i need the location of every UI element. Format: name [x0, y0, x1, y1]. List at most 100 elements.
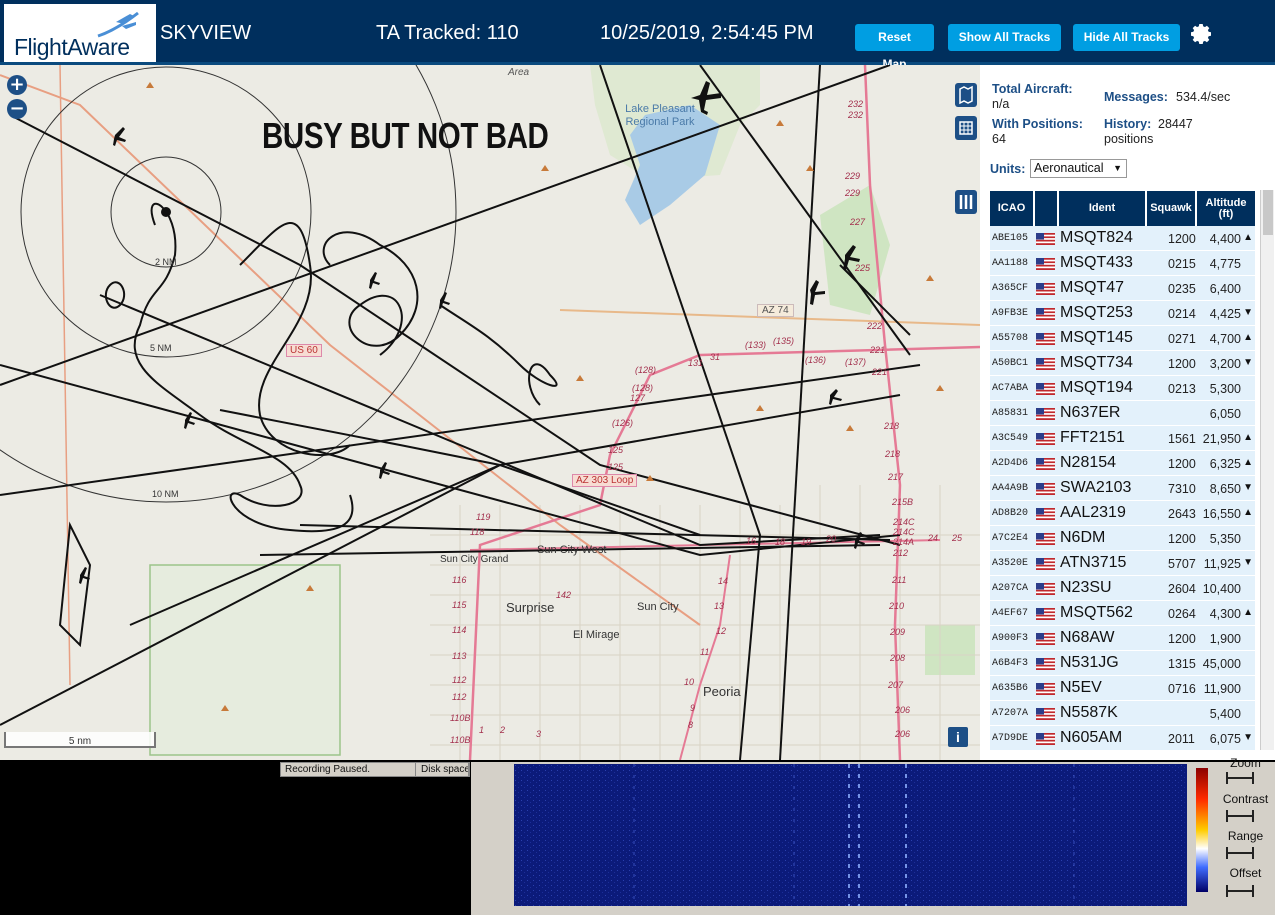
column-header-ident[interactable]: Ident	[1059, 191, 1145, 226]
column-header-altitude[interactable]: Altitude (ft)	[1197, 191, 1255, 226]
table-row[interactable]: A55708 MSQT145 0271 4,700 ▲	[990, 326, 1255, 351]
route-number-label: 227	[850, 217, 866, 227]
cell-ident: MSQT47	[1060, 279, 1125, 296]
table-scrollbar[interactable]	[1260, 190, 1274, 750]
zoom-in-button[interactable]: +	[7, 75, 27, 95]
route-number-label: 14	[718, 576, 729, 586]
flightaware-logo[interactable]: FlightAware	[4, 4, 156, 62]
panel-toggle-button[interactable]	[955, 190, 977, 214]
table-row[interactable]: A7C2E4 N6DM 1200 5,350	[990, 526, 1255, 551]
us-flag-icon	[1036, 633, 1055, 645]
reset-map-button[interactable]: Reset Map	[855, 24, 934, 71]
cell-ident: N5587K	[1060, 704, 1118, 721]
cell-altitude: 1,900	[1209, 632, 1241, 646]
spectrum-waterfall[interactable]	[514, 764, 1187, 906]
table-row[interactable]: A50BC1 MSQT734 1200 3,200 ▼	[990, 351, 1255, 376]
route-number-label: (135)	[773, 336, 795, 346]
show-all-tracks-button[interactable]: Show All Tracks	[948, 24, 1061, 51]
cell-altitude: 4,775	[1209, 257, 1241, 271]
table-row[interactable]: A85831 N637ER 6,050	[990, 401, 1255, 426]
cell-ident: FFT2151	[1060, 429, 1125, 446]
us-flag-icon	[1036, 733, 1055, 745]
column-header-icao[interactable]: ICAO	[990, 191, 1033, 226]
cell-squawk: 1200	[1168, 357, 1196, 371]
route-number-label: 118	[470, 527, 485, 537]
table-row[interactable]: A9FB3E MSQT253 0214 4,425 ▼	[990, 301, 1255, 326]
info-button[interactable]: i	[948, 727, 968, 747]
table-row[interactable]: A4EF67 MSQT562 0264 4,300 ▲	[990, 601, 1255, 626]
route-number-label: 114	[452, 625, 467, 635]
table-row[interactable]: A7207A N5587K 5,400	[990, 701, 1255, 726]
table-row[interactable]: AC7ABA MSQT194 0213 5,300	[990, 376, 1255, 401]
table-body: ABE105 MSQT824 1200 4,400 ▲ AA1188 MSQT433 0215…	[990, 226, 1255, 751]
us-flag-icon	[1036, 258, 1055, 270]
altitude-trend-icon: ▲	[1243, 432, 1253, 443]
cell-ident: MSQT194	[1060, 379, 1133, 396]
cell-icao: A55708	[992, 333, 1029, 344]
us-flag-icon	[1036, 533, 1055, 545]
offset-slider[interactable]	[1226, 885, 1254, 897]
table-row[interactable]: A900F3 N68AW 1200 1,900	[990, 626, 1255, 651]
table-row[interactable]: A2D4D6 N28154 1200 6,325 ▲	[990, 451, 1255, 476]
table-row[interactable]: A7D9DE N605AM 2011 6,075 ▼	[990, 726, 1255, 751]
table-row[interactable]: AD8B20 AAL2319 2643 16,550 ▲	[990, 501, 1255, 526]
route-number-label: 20	[826, 534, 837, 544]
zoom-out-button[interactable]: −	[7, 99, 27, 119]
table-row[interactable]: A3520E ATN3715 5707 11,925 ▼	[990, 551, 1255, 576]
scrollbar-thumb[interactable]	[1263, 190, 1273, 235]
cell-altitude: 45,000	[1202, 657, 1241, 671]
route-number-label: (128)	[635, 365, 657, 375]
altitude-trend-icon: ▲	[1243, 232, 1253, 243]
route-number-label: 110B	[450, 735, 471, 745]
top-header: FlightAware SKYVIEW TA Tracked: 110 10/2…	[0, 0, 1275, 71]
table-row[interactable]: A207CA N23SU 2604 10,400	[990, 576, 1255, 601]
table-row[interactable]: A365CF MSQT47 0235 6,400	[990, 276, 1255, 301]
gear-icon[interactable]	[1190, 22, 1214, 46]
map-canvas	[0, 65, 980, 760]
route-number-label: 16	[746, 536, 757, 546]
contrast-slider[interactable]	[1226, 810, 1254, 822]
ring-label-2nm: 2 NM	[155, 257, 177, 267]
cell-squawk: 1200	[1168, 457, 1196, 471]
cell-icao: A635B6	[992, 683, 1029, 694]
table-row[interactable]: A6B4F3 N531JG 1315 45,000	[990, 651, 1255, 676]
cell-squawk: 2011	[1168, 732, 1195, 746]
park-area-west	[149, 564, 341, 756]
units-select[interactable]: Aeronautical ▼	[1030, 159, 1127, 178]
zoom-slider[interactable]	[1226, 772, 1254, 784]
route-number-label: 110B	[450, 713, 471, 723]
us-flag-icon	[1036, 508, 1055, 520]
route-number-label: 116	[452, 575, 467, 585]
route-number-label: 221	[870, 345, 886, 355]
cell-altitude: 5,400	[1209, 707, 1241, 721]
column-header-squawk[interactable]: Squawk	[1147, 191, 1195, 226]
table-row[interactable]: ABE105 MSQT824 1200 4,400 ▲	[990, 226, 1255, 251]
table-header: ICAO Ident Squawk Altitude (ft)	[990, 191, 1255, 226]
route-number-label: 18	[775, 537, 786, 547]
grid-toggle-button[interactable]	[955, 116, 977, 140]
cell-icao: A7C2E4	[992, 533, 1029, 544]
route-number-label: (133)	[745, 340, 767, 350]
table-row[interactable]: AA1188 MSQT433 0215 4,775	[990, 251, 1255, 276]
column-header-flag[interactable]	[1035, 191, 1057, 226]
color-scale-bar	[1196, 768, 1208, 892]
ring-label-5nm: 5 NM	[150, 343, 172, 353]
cell-ident: MSQT145	[1060, 329, 1133, 346]
route-number-label: 125	[608, 445, 624, 455]
cell-squawk: 0215	[1168, 257, 1196, 271]
hide-all-tracks-button[interactable]: Hide All Tracks	[1073, 24, 1180, 51]
table-row[interactable]: A3C549 FFT2151 1561 21,950 ▲	[990, 426, 1255, 451]
total-aircraft-label: Total Aircraft:	[992, 82, 1073, 96]
history-label: History:	[1104, 117, 1152, 131]
route-number-label: 24	[928, 533, 939, 543]
table-row[interactable]: AA4A9B SWA2103 7310 8,650 ▼	[990, 476, 1255, 501]
cell-icao: A85831	[992, 408, 1029, 419]
table-row[interactable]: A635B6 N5EV 0716 11,900	[990, 676, 1255, 701]
cell-ident: N6DM	[1060, 529, 1106, 546]
map-scale-bar: 5 nm	[4, 732, 156, 748]
place-label: Peoria	[703, 684, 741, 699]
map-layers-button[interactable]	[955, 83, 977, 107]
status-disk: Disk space	[417, 763, 469, 776]
map-view[interactable]: BUSY BUT NOT BAD 2 NM 5 NM 10 NM Area La…	[0, 65, 980, 760]
range-slider[interactable]	[1226, 847, 1254, 859]
